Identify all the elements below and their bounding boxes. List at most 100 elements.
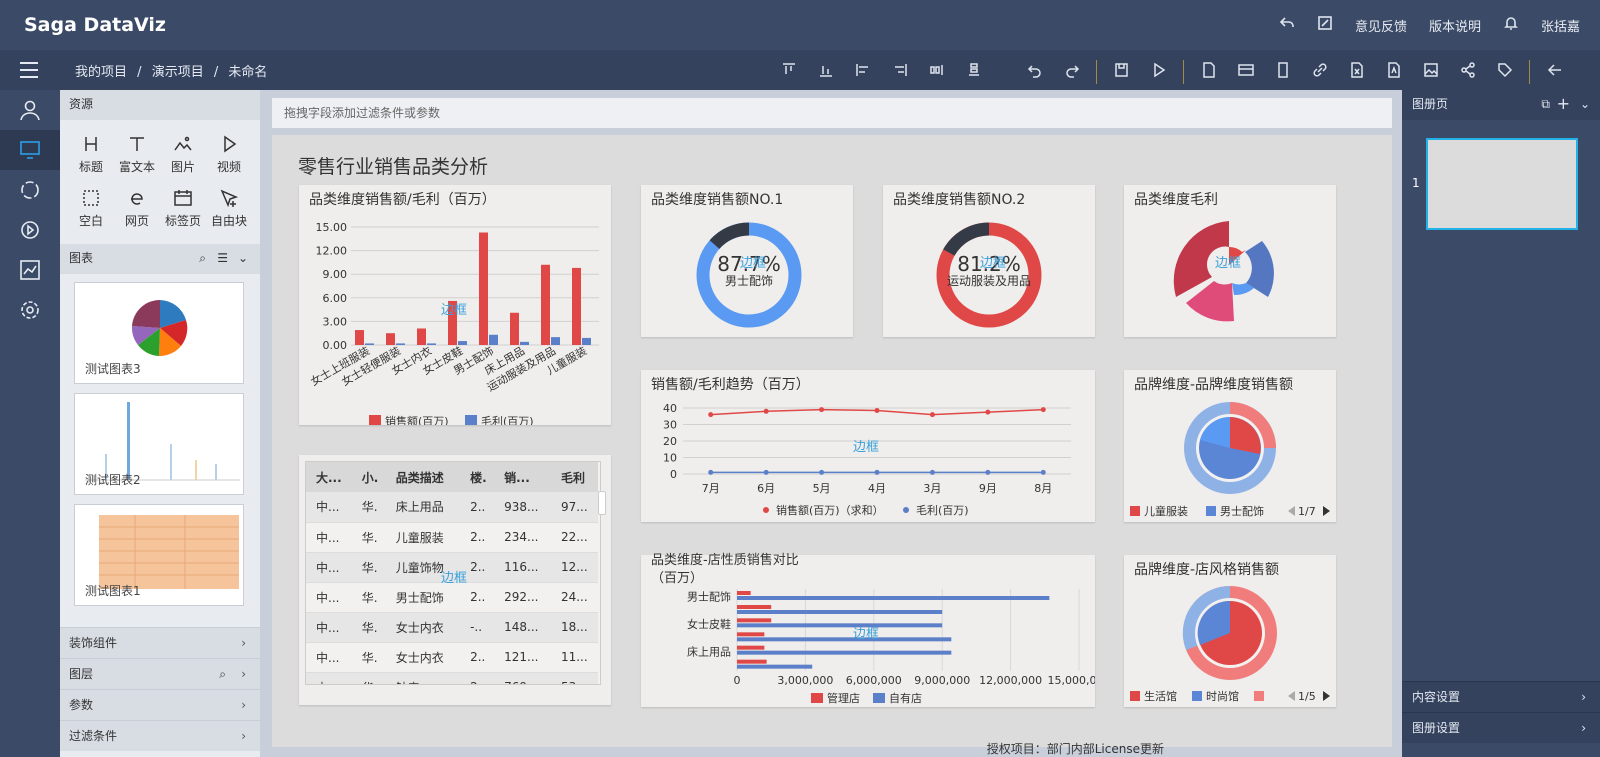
page-thumbnail[interactable] (1426, 138, 1578, 230)
resource-webpage[interactable]: 网页 (114, 188, 160, 242)
distribute-h-icon[interactable] (918, 58, 955, 82)
card-top1-donut[interactable]: 品类维度销售额NO.1 87.7% 男士配饰 边框 (641, 185, 853, 337)
table-row[interactable]: 中... 华. 女士内衣 -.. 148... 18... (306, 612, 598, 643)
search-icon[interactable]: ⌕ (199, 244, 206, 272)
version-link[interactable]: 版本说明 (1429, 16, 1481, 35)
list-icon[interactable]: ☰ (217, 244, 228, 272)
card-data-table[interactable]: 大... 小. 品类描述 楼. 销... 毛利 中... 华. 床上用品 2.. 938… (299, 455, 611, 705)
accordion-params[interactable]: 参数 › (60, 689, 260, 720)
nav-play[interactable] (0, 210, 60, 250)
card-brand-sales[interactable]: 品牌维度-品牌维度销售额 儿童服装 男士配饰 1/7 (1124, 370, 1336, 522)
resource-label: 标签页 (164, 214, 201, 228)
table-row[interactable]: 中... 华. 男士配饰 2.. 292... 24... (306, 582, 598, 613)
card-icon[interactable] (1227, 58, 1264, 82)
chart-thumb-3[interactable]: 测试图表3 (74, 282, 244, 384)
board-title[interactable]: 零售行业销售品类分析 (298, 152, 488, 179)
bell-icon[interactable] (1503, 15, 1519, 35)
nav-analytics[interactable] (0, 250, 60, 290)
col-header[interactable]: 楼. (460, 462, 495, 492)
resource-freeblock[interactable]: 自由块 (206, 188, 252, 242)
menu-icon[interactable] (18, 60, 40, 83)
feedback-link[interactable]: 意见反馈 (1355, 16, 1407, 35)
col-header[interactable]: 品类描述 (385, 462, 461, 492)
accordion-filters[interactable]: 过滤条件 › (60, 720, 260, 751)
resource-title[interactable]: 标题 (68, 134, 114, 188)
divider (1183, 60, 1184, 84)
breadcrumb-project[interactable]: 演示项目 (152, 65, 204, 80)
card-title: 品类维度毛利 (1134, 192, 1218, 208)
col-header[interactable]: 小. (351, 462, 386, 492)
resource-label: 标题 (78, 160, 103, 174)
distribute-v-icon[interactable] (955, 58, 992, 82)
legend-label: 销售额(百万) (385, 414, 449, 425)
mobile-icon[interactable] (1264, 58, 1301, 82)
excel-icon[interactable] (1338, 58, 1375, 82)
pdf-icon[interactable] (1375, 58, 1412, 82)
col-header[interactable]: 销... (494, 462, 551, 492)
nav-dashboard[interactable] (0, 130, 60, 170)
table-row[interactable]: 中... 华. 女士内衣 2.. 121... 11... (306, 642, 598, 673)
resource-tabpage[interactable]: 标签页 (160, 188, 206, 242)
legend-prev-icon[interactable] (1288, 506, 1295, 516)
album-settings-toggle[interactable]: 图册设置 › (1402, 712, 1600, 743)
scrollbar[interactable] (598, 491, 606, 515)
image-icon[interactable] (1412, 58, 1449, 82)
document-icon[interactable] (1190, 58, 1227, 82)
search-icon[interactable]: ⌕ (219, 659, 226, 689)
table-row[interactable]: 中... 华. 床上用品 2.. 938... 97... (306, 492, 598, 523)
legend-next-icon[interactable] (1323, 691, 1330, 701)
card-margin-rose[interactable]: 品类维度毛利 边框 (1124, 185, 1336, 337)
back-arrow-icon[interactable] (1536, 58, 1573, 82)
user-menu[interactable]: 张括嘉 (1541, 16, 1580, 35)
card-category-bar[interactable]: 品类维度销售额/毛利（百万） 0.00 3.00 6.00 9.00 12.00 15.0… (299, 185, 611, 428)
nav-user[interactable] (0, 90, 60, 130)
share-icon[interactable] (1449, 58, 1486, 82)
resource-blank[interactable]: 空白 (68, 188, 114, 242)
breadcrumb-root[interactable]: 我的项目 (75, 65, 127, 80)
undo-back-icon[interactable] (1279, 15, 1295, 35)
charts-header: 图表 ⌕ ☰ ⌄ (60, 244, 260, 274)
x-tick-label: 4月 (868, 482, 886, 495)
legend-prev-icon[interactable] (1288, 691, 1295, 701)
plus-icon[interactable]: + (1557, 90, 1570, 118)
card-store-style-sales[interactable]: 品牌维度-店风格销售额 生活馆 时尚馆 1/5 (1124, 555, 1336, 707)
edit-icon[interactable] (1317, 15, 1333, 35)
resource-image[interactable]: 图片 (160, 134, 206, 188)
align-left-icon[interactable] (844, 58, 881, 82)
legend-next-icon[interactable] (1323, 506, 1330, 516)
legend-label: 男士配饰 (1220, 504, 1264, 518)
table-row[interactable]: 中...华.钟表2..769...53... (306, 672, 598, 684)
preview-play-icon[interactable] (1140, 58, 1177, 82)
link-icon[interactable] (1301, 58, 1338, 82)
align-right-icon[interactable] (881, 58, 918, 82)
chevron-down-icon[interactable]: ⌄ (238, 244, 248, 272)
filter-drop-zone[interactable]: 拖拽字段添加过滤条件或参数 (272, 98, 1392, 128)
redo-icon[interactable] (1053, 58, 1090, 82)
save-icon[interactable] (1103, 58, 1140, 82)
x-tick-label: 3月 (923, 482, 941, 495)
card-store-type-bar[interactable]: 品类维度-店性质销售对比 （百万） 0 3,000,000 6,000,000 9,0… (641, 553, 1110, 707)
chart-thumb-2[interactable]: 测试图表2 (74, 393, 244, 495)
chevron-down-icon[interactable]: ⌄ (1580, 90, 1590, 118)
x-tick-label: 9月 (979, 482, 997, 495)
resource-video[interactable]: 视频 (206, 134, 252, 188)
undo-icon[interactable] (1016, 58, 1053, 82)
card-subtitle: （百万） (651, 571, 704, 586)
nav-refresh[interactable] (0, 170, 60, 210)
col-header[interactable]: 大... (306, 462, 352, 492)
table-cell: 华. (351, 522, 386, 553)
tag-icon[interactable] (1486, 58, 1523, 82)
chart-thumb-1[interactable]: 测试图表1 (74, 504, 244, 606)
align-top-icon[interactable] (770, 58, 807, 82)
card-top2-donut[interactable]: 品类维度销售额NO.2 81.2% 运动服装及用品 边框 (883, 185, 1095, 337)
copy-icon[interactable]: ⧉ (1541, 90, 1550, 118)
card-trend-line[interactable]: 销售额/毛利趋势（百万） 0 10 20 30 40 7月 6月 5月 4月 3月 9月 8月 销售额(… (641, 370, 1095, 522)
resource-richtext[interactable]: 富文本 (114, 134, 160, 188)
table-row[interactable]: 中... 华. 儿童服装 2.. 234... 22... (306, 522, 598, 553)
accordion-decoration[interactable]: 装饰组件 › (60, 627, 260, 658)
content-settings-toggle[interactable]: 内容设置 › (1402, 681, 1600, 712)
align-bottom-icon[interactable] (807, 58, 844, 82)
accordion-layers[interactable]: 图层 ⌕ › (60, 658, 260, 689)
col-header[interactable]: 毛利 (550, 462, 598, 492)
nav-settings[interactable] (0, 290, 60, 330)
